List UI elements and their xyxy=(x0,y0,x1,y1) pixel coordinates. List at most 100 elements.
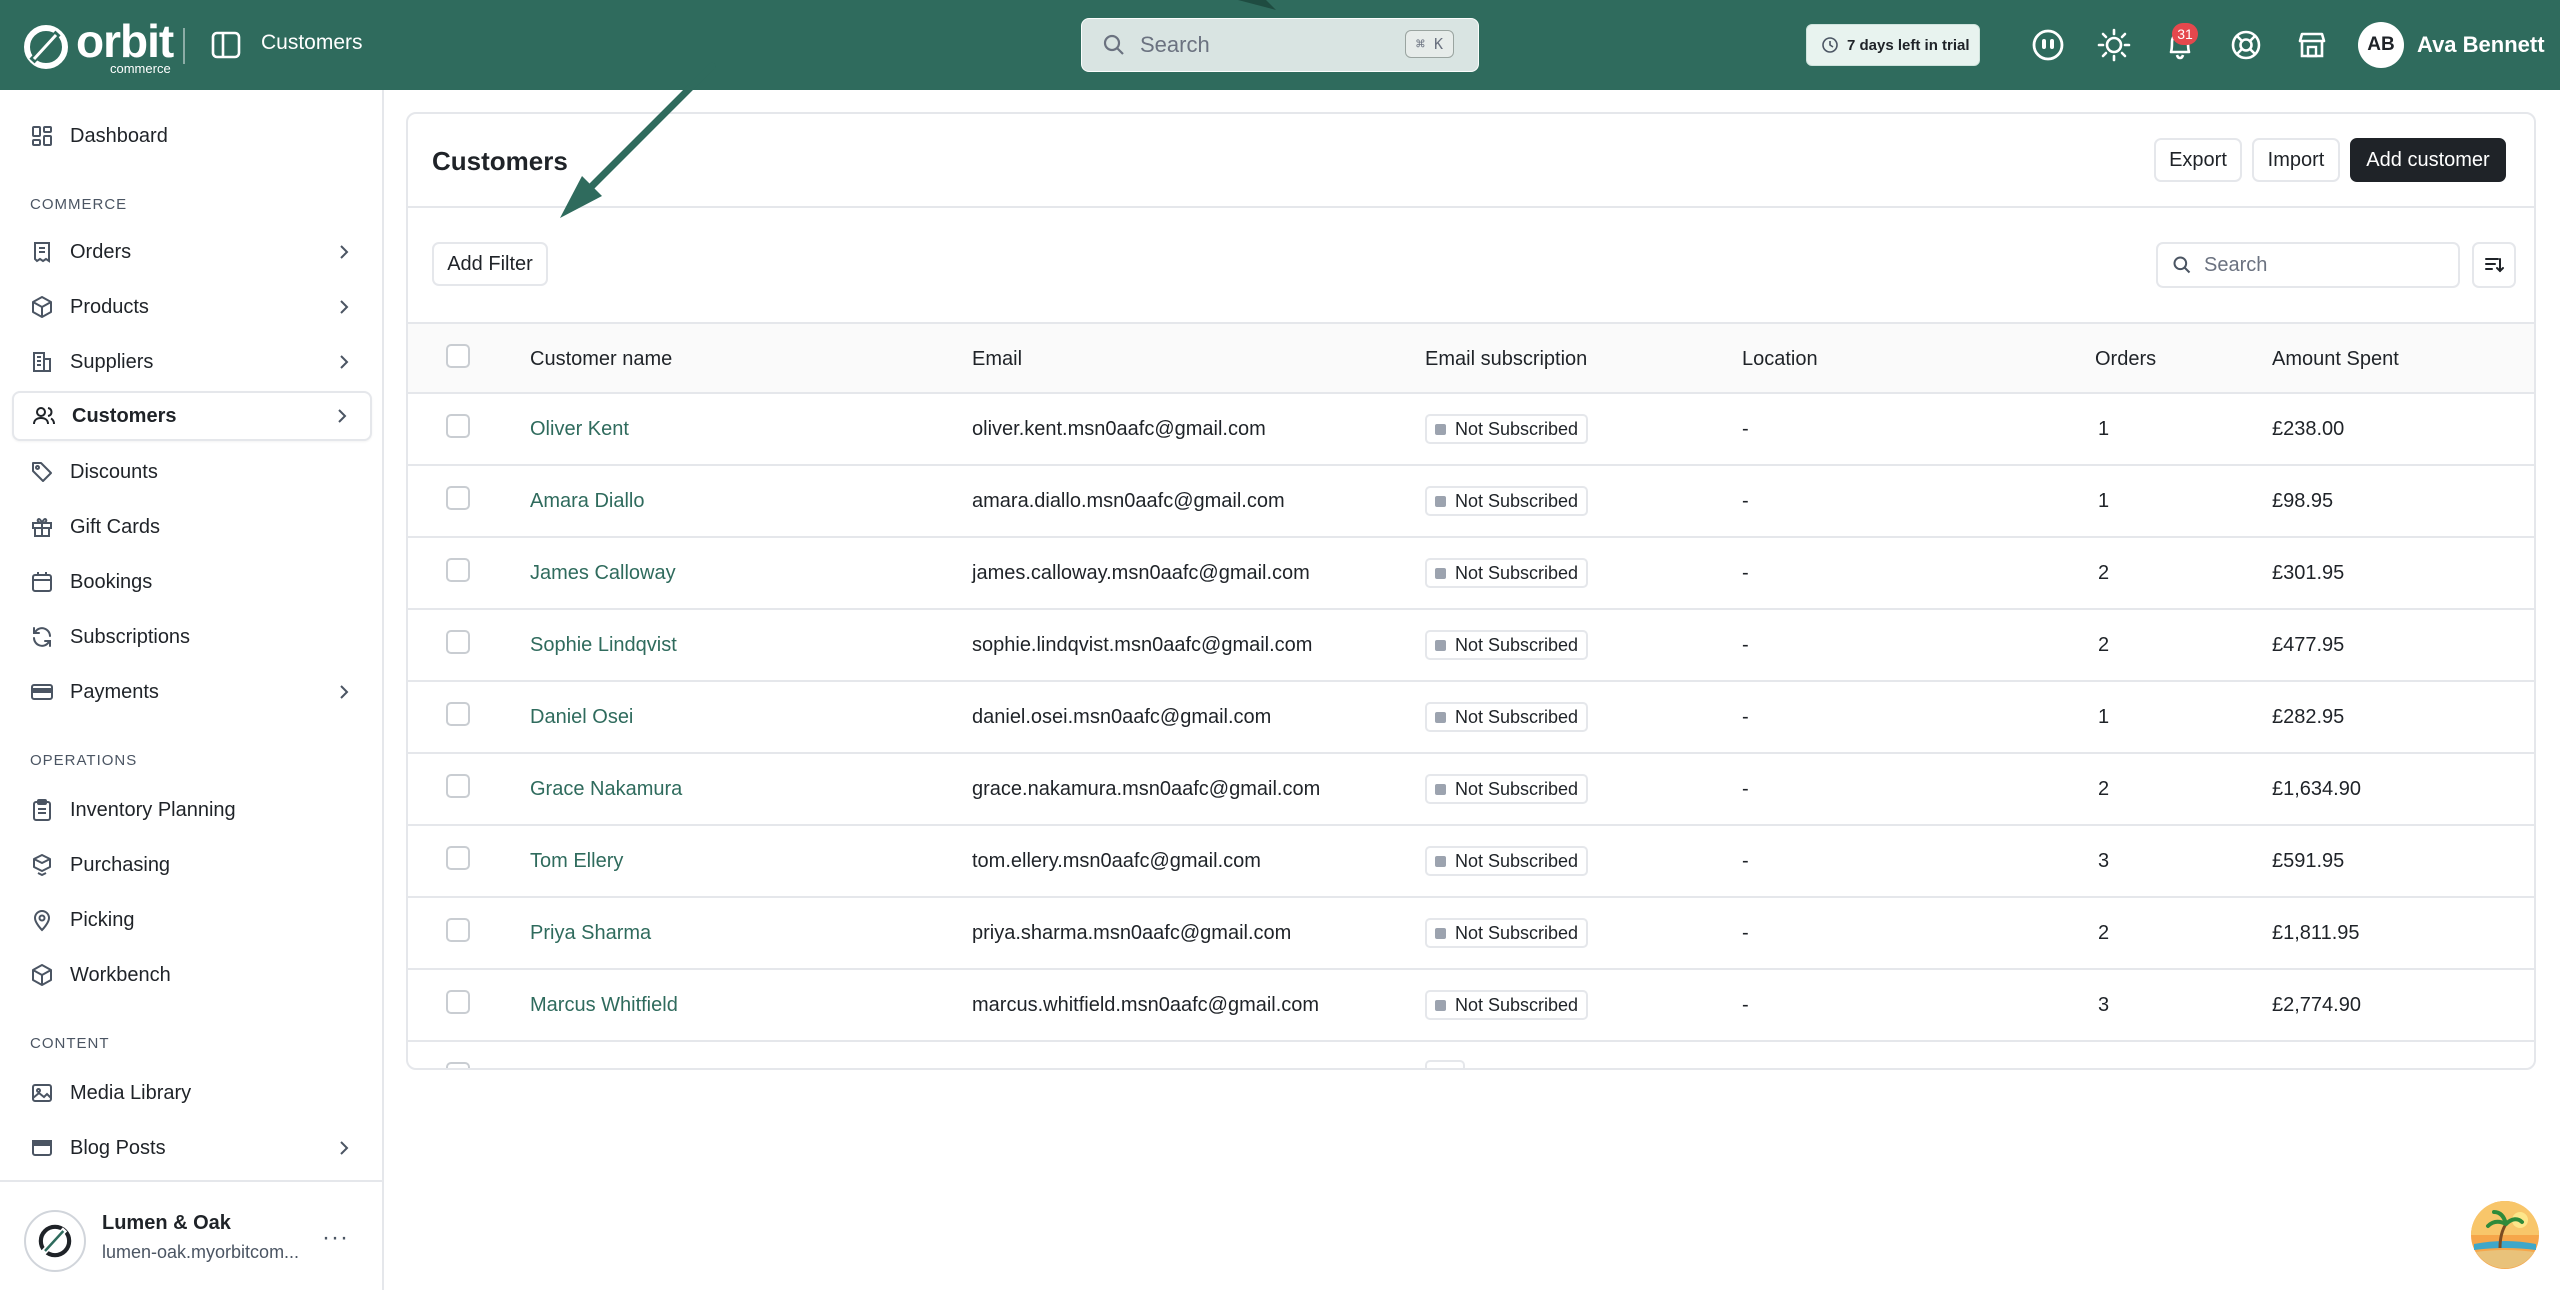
assistant-avatar[interactable] xyxy=(2470,1200,2540,1270)
table-row[interactable]: Priya Sharma priya.sharma.msn0aafc@gmail.… xyxy=(408,898,2534,970)
sidebar-item-bookings[interactable]: Bookings xyxy=(12,557,372,607)
table-row[interactable]: Marcus Whitfield marcus.whitfield.msn0aaf… xyxy=(408,970,2534,1042)
select-all-checkbox[interactable] xyxy=(446,344,470,368)
chevron-right-icon xyxy=(338,409,347,423)
sidebar-item-picking[interactable]: Picking xyxy=(12,895,372,945)
trial-badge[interactable]: 7 days left in trial xyxy=(1806,24,1980,66)
table-row[interactable]: Sophie Lindqvist sophie.lindqvist.msn0aaf… xyxy=(408,610,2534,682)
user-name[interactable]: Ava Bennett xyxy=(2417,32,2545,58)
search-icon xyxy=(1103,34,1124,55)
customer-location: - xyxy=(1742,562,1749,584)
brand-logo[interactable]: orbit commerce xyxy=(22,18,174,75)
customer-amount: £98.95 xyxy=(2272,490,2334,512)
subscription-text: Not Subscribed xyxy=(1455,922,1579,943)
subscription-text: Not Subscribed xyxy=(1455,778,1579,799)
chevron-right-icon xyxy=(340,355,349,369)
sidebar-item-gift-cards[interactable]: Gift Cards xyxy=(12,502,372,552)
sun-icon[interactable] xyxy=(2096,27,2132,63)
global-search[interactable]: Search ⌘ K xyxy=(1081,18,1479,72)
row-checkbox[interactable] xyxy=(446,702,470,726)
sidebar-item-suppliers[interactable]: Suppliers xyxy=(12,337,372,387)
sidebar-item-subscriptions[interactable]: Subscriptions xyxy=(12,612,372,662)
customer-orders: 2 xyxy=(2098,634,2110,656)
store-switcher[interactable]: Lumen & Oak lumen-oak.myorbitcom... ··· xyxy=(0,1180,382,1290)
row-checkbox[interactable] xyxy=(446,414,470,438)
subscription-badge: Not Subscribed xyxy=(1425,918,1589,948)
status-dot-icon xyxy=(1435,783,1446,795)
sidebar-item-orders[interactable]: Orders xyxy=(12,227,372,277)
subscription-text: Not Subscribed xyxy=(1455,490,1579,511)
sidebar-item-label: Discounts xyxy=(70,460,158,483)
more-options-icon[interactable]: ··· xyxy=(322,1224,349,1252)
customer-name-link[interactable]: Oliver Kent xyxy=(530,418,629,441)
row-checkbox[interactable] xyxy=(446,630,470,654)
alien-icon[interactable] xyxy=(2030,27,2066,63)
header-divider xyxy=(408,206,2534,208)
customer-location: - xyxy=(1742,850,1749,872)
export-button[interactable]: Export xyxy=(2154,138,2242,182)
add-customer-button[interactable]: Add customer xyxy=(2350,138,2506,182)
customer-orders: 1 xyxy=(2098,490,2110,512)
subscription-badge: Not Subscribed xyxy=(1425,702,1589,732)
column-header-location[interactable]: Location xyxy=(1742,348,1818,371)
sidebar-item-label: Products xyxy=(70,295,149,318)
sidebar-item-products[interactable]: Products xyxy=(12,282,372,332)
table-header: Customer name Email Email subscription L… xyxy=(408,322,2534,394)
table-row[interactable]: Tom Ellery tom.ellery.msn0aafc@gmail.com N… xyxy=(408,826,2534,898)
customer-name-link[interactable]: Amara Diallo xyxy=(530,490,644,513)
sidebar-item-payments[interactable]: Payments xyxy=(12,667,372,717)
column-header-email[interactable]: Email xyxy=(972,348,1022,371)
store-name: Lumen & Oak xyxy=(102,1212,231,1234)
column-header-subscription[interactable]: Email subscription xyxy=(1425,348,1587,371)
table-search-input[interactable] xyxy=(2204,253,2434,277)
table-search[interactable] xyxy=(2156,242,2460,288)
row-checkbox[interactable] xyxy=(446,990,470,1014)
building-icon xyxy=(33,352,51,372)
customer-location: - xyxy=(1742,706,1749,728)
row-checkbox[interactable] xyxy=(446,486,470,510)
store-url: lumen-oak.myorbitcom... xyxy=(102,1242,300,1262)
sort-button[interactable] xyxy=(2472,242,2516,288)
user-avatar[interactable]: AB xyxy=(2358,22,2404,68)
search-shortcut: ⌘ K xyxy=(1404,30,1454,58)
row-checkbox[interactable] xyxy=(446,774,470,798)
row-checkbox[interactable] xyxy=(446,918,470,942)
column-header-name[interactable]: Customer name xyxy=(530,348,672,371)
table-row[interactable]: Amara Diallo amara.diallo.msn0aafc@gmail.… xyxy=(408,466,2534,538)
customer-name-link[interactable]: Sophie Lindqvist xyxy=(530,634,677,657)
customer-name-link[interactable]: Grace Nakamura xyxy=(530,778,682,801)
row-checkbox[interactable] xyxy=(446,558,470,582)
customer-email: daniel.osei.msn0aafc@gmail.com xyxy=(972,706,1272,728)
chevron-right-icon xyxy=(340,300,349,314)
sidebar-item-purchasing[interactable]: Purchasing xyxy=(12,840,372,890)
customer-name-link[interactable]: Tom Ellery xyxy=(530,850,623,873)
table-row[interactable]: James Calloway james.calloway.msn0aafc@gm… xyxy=(408,538,2534,610)
sidebar-item-blog-posts[interactable]: Blog Posts xyxy=(12,1123,372,1173)
sidebar-toggle-icon[interactable] xyxy=(210,29,242,61)
table-row[interactable]: Grace Nakamura grace.nakamura.msn0aafc@gm… xyxy=(408,754,2534,826)
sidebar-item-discounts[interactable]: Discounts xyxy=(12,447,372,497)
table-row[interactable]: Oliver Kent oliver.kent.msn0aafc@gmail.co… xyxy=(408,394,2534,466)
import-button[interactable]: Import xyxy=(2252,138,2340,182)
sidebar-item-media-library[interactable]: Media Library xyxy=(12,1068,372,1118)
add-filter-button[interactable]: Add Filter xyxy=(432,242,548,286)
sidebar-item-customers[interactable]: Customers xyxy=(12,391,372,441)
sidebar-item-inventory-planning[interactable]: Inventory Planning xyxy=(12,785,372,835)
sidebar-item-dashboard[interactable]: Dashboard xyxy=(12,111,372,161)
sidebar-item-workbench[interactable]: Workbench xyxy=(12,950,372,1000)
section-label-operations: OPERATIONS xyxy=(30,752,138,769)
customer-amount: £1,811.95 xyxy=(2272,922,2360,944)
customer-name-link[interactable]: Priya Sharma xyxy=(530,922,651,945)
help-icon[interactable] xyxy=(2228,27,2264,63)
row-checkbox[interactable] xyxy=(446,1062,470,1068)
store-logo xyxy=(24,1210,86,1272)
column-header-amount[interactable]: Amount Spent xyxy=(2272,348,2399,371)
store-icon[interactable] xyxy=(2294,27,2330,63)
subscription-text: Not Subscribed xyxy=(1455,850,1579,871)
row-checkbox[interactable] xyxy=(446,846,470,870)
table-row[interactable]: Daniel Osei daniel.osei.msn0aafc@gmail.co… xyxy=(408,682,2534,754)
customer-name-link[interactable]: Marcus Whitfield xyxy=(530,994,678,1017)
customer-name-link[interactable]: James Calloway xyxy=(530,562,676,585)
customer-name-link[interactable]: Daniel Osei xyxy=(530,706,633,729)
column-header-orders[interactable]: Orders xyxy=(2095,348,2156,371)
